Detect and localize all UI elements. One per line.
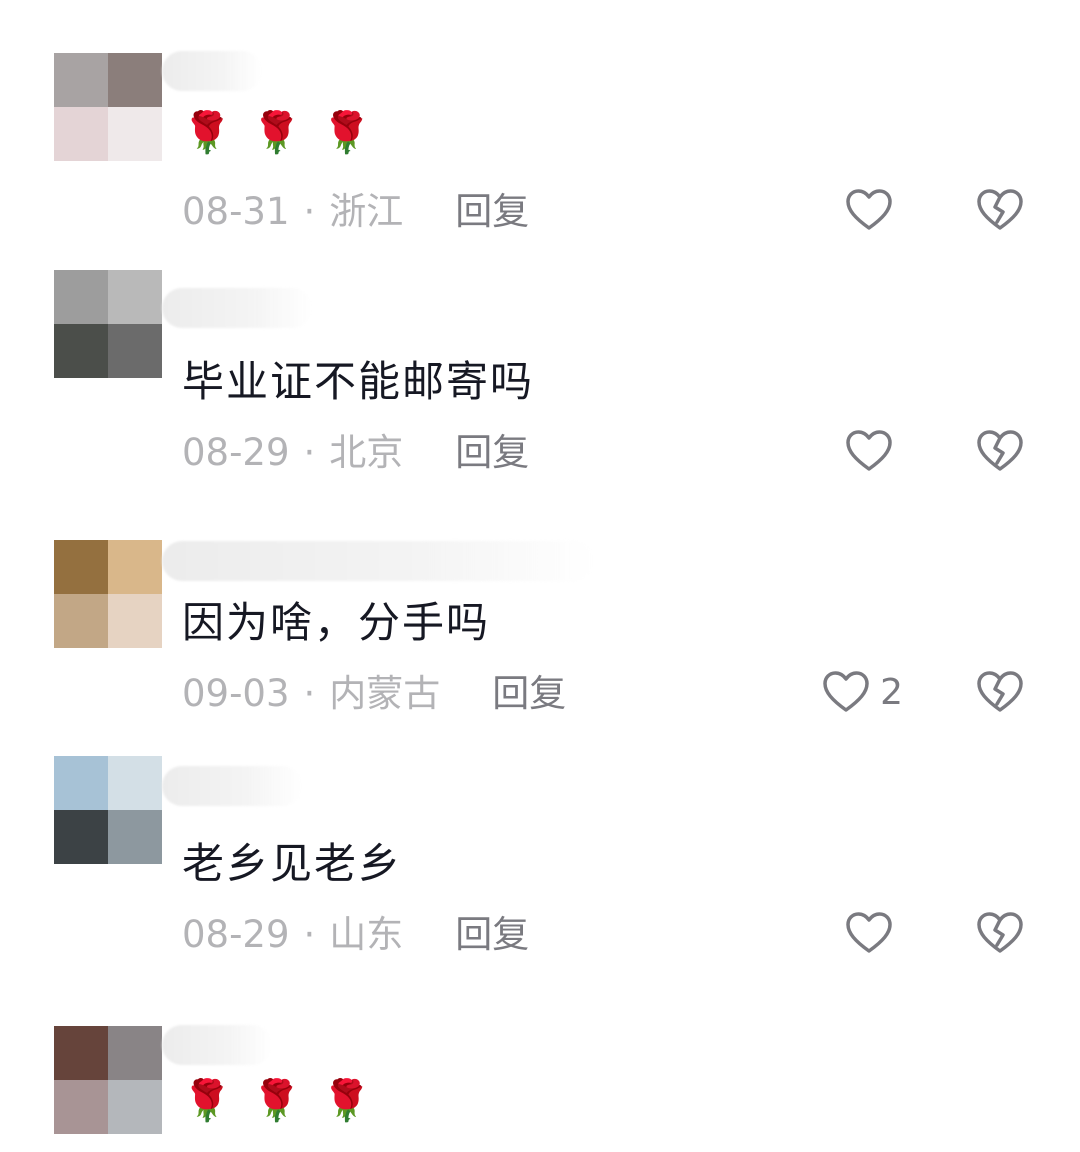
avatar-tile: [54, 107, 108, 161]
avatar-tile: [108, 324, 162, 378]
comment-item: 毕业证不能邮寄吗 08-29 · 北京 回复: [0, 270, 1080, 511]
like-button[interactable]: [845, 426, 903, 476]
comment-item: 🌹🌹🌹: [0, 993, 1080, 1152]
avatar-tile: [108, 270, 162, 324]
like-button[interactable]: [845, 908, 903, 958]
broken-heart-icon: [977, 430, 1023, 471]
comment-meta: 08-29 · 北京 回复: [182, 430, 529, 476]
reply-button[interactable]: 回复: [455, 430, 529, 476]
comment-date: 08-29: [182, 913, 290, 956]
avatar[interactable]: [54, 53, 162, 161]
comment-text: 因为啥，分手吗: [182, 598, 491, 647]
avatar-tile: [108, 540, 162, 594]
reply-button[interactable]: 回复: [455, 912, 529, 958]
separator-dot: ·: [303, 913, 316, 956]
reply-button[interactable]: 回复: [492, 671, 566, 717]
comment-text: 🌹🌹🌹: [182, 1078, 392, 1124]
comment-region: 内蒙古: [329, 672, 441, 715]
broken-heart-icon: [977, 671, 1023, 712]
comment-date: 08-31: [182, 190, 290, 233]
avatar[interactable]: [54, 756, 162, 864]
comment-meta: 08-29 · 山东 回复: [182, 912, 529, 958]
comment-meta: 09-03 · 内蒙古 回复: [182, 671, 566, 717]
like-button[interactable]: [845, 185, 903, 235]
avatar-tile: [54, 594, 108, 648]
broken-heart-icon: [977, 912, 1023, 953]
avatar-tile: [54, 540, 108, 594]
avatar-tile: [108, 1080, 162, 1134]
comment-text: 老乡见老乡: [182, 839, 403, 888]
avatar-tile: [108, 107, 162, 161]
avatar[interactable]: [54, 270, 162, 378]
dislike-button[interactable]: [976, 908, 1024, 958]
separator-dot: ·: [303, 431, 316, 474]
like-button[interactable]: 2: [822, 667, 903, 717]
comment-region: 浙江: [329, 190, 404, 233]
comment-date: 08-29: [182, 431, 290, 474]
reply-button[interactable]: 回复: [455, 189, 529, 235]
comment-region: 山东: [329, 913, 404, 956]
heart-outline-icon: [846, 912, 892, 953]
avatar-tile: [54, 810, 108, 864]
dislike-button[interactable]: [976, 667, 1024, 717]
comment-text: 毕业证不能邮寄吗: [182, 357, 535, 406]
username-redacted[interactable]: [162, 541, 594, 581]
dislike-button[interactable]: [976, 185, 1024, 235]
avatar-tile: [54, 1026, 108, 1080]
avatar-tile: [54, 1080, 108, 1134]
avatar-tile: [108, 1026, 162, 1080]
separator-dot: ·: [303, 672, 316, 715]
comment-date: 09-03: [182, 672, 290, 715]
broken-heart-icon: [977, 189, 1023, 230]
comment-meta: 08-31 · 浙江 回复: [182, 189, 529, 235]
avatar[interactable]: [54, 1026, 162, 1134]
heart-outline-icon: [846, 189, 892, 230]
username-redacted[interactable]: [162, 766, 302, 806]
avatar-tile: [54, 270, 108, 324]
username-redacted[interactable]: [162, 1025, 272, 1065]
avatar-tile: [54, 324, 108, 378]
heart-outline-icon: [823, 671, 869, 712]
avatar-tile: [108, 810, 162, 864]
avatar[interactable]: [54, 540, 162, 648]
avatar-tile: [108, 53, 162, 107]
username-redacted[interactable]: [162, 51, 262, 91]
avatar-tile: [54, 756, 108, 810]
comment-region: 北京: [329, 431, 404, 474]
heart-outline-icon: [846, 430, 892, 471]
avatar-tile: [54, 53, 108, 107]
avatar-tile: [108, 756, 162, 810]
comment-item: 老乡见老乡 08-29 · 山东 回复: [0, 752, 1080, 993]
avatar-tile: [108, 594, 162, 648]
username-redacted[interactable]: [162, 288, 312, 328]
dislike-button[interactable]: [976, 426, 1024, 476]
comment-text: 🌹🌹🌹: [182, 110, 392, 156]
separator-dot: ·: [303, 190, 316, 233]
comment-item: 🌹🌹🌹 08-31 · 浙江 回复: [0, 29, 1080, 270]
comment-item: 因为啥，分手吗 09-03 · 内蒙古 回复 2: [0, 511, 1080, 752]
like-count: 2: [880, 671, 903, 713]
